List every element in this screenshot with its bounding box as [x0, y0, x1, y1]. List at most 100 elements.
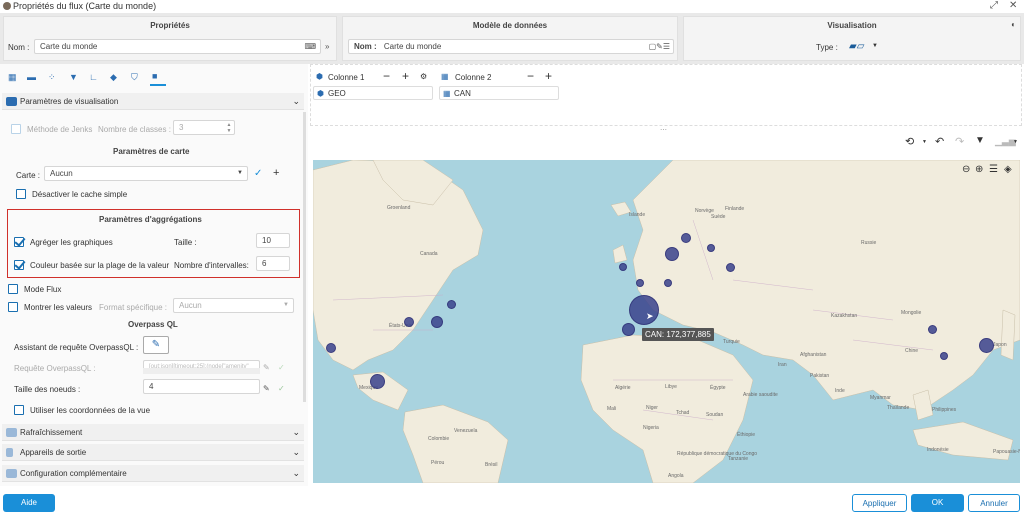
double-chevron-icon[interactable]: » — [325, 42, 329, 51]
requete-check-icon[interactable]: ✓ — [278, 363, 285, 372]
mode-flux-checkbox[interactable] — [8, 284, 18, 294]
checkmark-icon[interactable]: ✓ — [254, 168, 262, 179]
map-bubble[interactable] — [622, 323, 635, 336]
column1-remove-icon[interactable]: − — [383, 69, 390, 83]
map-bubble[interactable] — [636, 279, 644, 287]
jenks-checkbox[interactable] — [11, 124, 21, 134]
requete-edit-icon[interactable]: ✎ — [263, 363, 270, 372]
help-button[interactable]: Aide — [3, 494, 55, 512]
node-size-check-icon[interactable]: ✓ — [278, 384, 285, 393]
map-bubble[interactable] — [928, 325, 937, 334]
map-place-label: Myanmar — [870, 395, 891, 401]
classes-spinner[interactable]: ▲ ▼ — [225, 122, 233, 134]
resize-handle[interactable]: ⋯ — [660, 126, 667, 134]
column2-remove-icon[interactable]: − — [527, 69, 534, 83]
requete-scrollbar[interactable] — [143, 368, 260, 374]
map-place-label: Chine — [905, 348, 919, 354]
refresh-dropdown-icon[interactable]: ▼ — [922, 139, 927, 145]
node-size-edit-icon[interactable]: ✎ — [263, 384, 270, 393]
filter-icon[interactable]: ▼ — [69, 72, 78, 82]
section-extra[interactable]: Configuration complémentaire ⌄ — [2, 465, 304, 482]
cancel-button[interactable]: Annuler — [968, 494, 1020, 512]
map-place-label: Indonésie — [927, 447, 949, 453]
undo-icon[interactable]: ↶ — [935, 135, 944, 148]
column2-value: CAN — [454, 89, 471, 98]
left-scrollbar[interactable] — [303, 112, 306, 402]
map-bubble[interactable] — [681, 233, 691, 243]
shield-icon[interactable]: ⛉ — [131, 72, 138, 82]
map-place-label: Finlande — [725, 206, 745, 212]
chart-dropdown-icon[interactable]: ▼ — [1013, 139, 1018, 145]
section-refresh-title: Rafraîchissement — [20, 428, 83, 437]
zoom-in-icon[interactable]: ⊕ — [975, 164, 983, 175]
map-bubble[interactable] — [726, 263, 735, 272]
map-place-label: Algérie — [615, 385, 631, 391]
redo-icon[interactable]: ↷ — [955, 135, 964, 148]
refresh-cycle-icon[interactable]: ⟲ — [905, 135, 914, 148]
color-range-label: Couleur basée sur la plage de la valeur — [30, 261, 170, 270]
add-icon[interactable]: + — [273, 167, 279, 179]
column2-value-chip[interactable]: ▦ CAN — [439, 86, 559, 100]
column1-settings-icon[interactable]: ⚙ — [420, 72, 427, 81]
zoom-out-icon[interactable]: ⊖ — [962, 164, 970, 175]
map-place-label: Colombie — [428, 436, 450, 442]
map-bubble[interactable] — [619, 263, 627, 271]
world-map-icon[interactable]: ▰▱ — [849, 41, 864, 52]
chat-icon[interactable]: ▬ — [27, 72, 36, 82]
chevron-down-icon: ⌄ — [292, 96, 300, 106]
ok-button[interactable]: OK — [911, 494, 964, 512]
tag-icon[interactable]: ◆ — [110, 72, 117, 82]
section-output[interactable]: Appareils de sortie ⌄ — [2, 444, 304, 461]
map-bubble[interactable] — [940, 352, 948, 360]
list-icon[interactable]: ☰ — [989, 164, 998, 175]
map-place-label: Russie — [861, 240, 877, 246]
apply-button[interactable]: Appliquer — [852, 494, 907, 512]
expand-icon[interactable]: ⤢ — [990, 0, 998, 11]
toggle-icon[interactable]: ◐ — [1011, 20, 1016, 29]
grid-icon[interactable]: ▦ — [8, 72, 17, 82]
node-size-input[interactable]: 4 — [143, 379, 260, 394]
briefcase-icon[interactable]: ■ — [152, 71, 157, 81]
map-bubble[interactable] — [665, 247, 679, 261]
nodes-icon[interactable]: ⁘ — [48, 72, 56, 82]
type-dropdown-icon[interactable]: ▼ — [872, 43, 878, 49]
color-range-checkbox[interactable] — [14, 260, 24, 270]
intervals-input[interactable]: 6 — [256, 256, 290, 271]
aggregate-graphs-checkbox[interactable] — [14, 237, 24, 247]
carte-select[interactable]: Aucun ▼ — [44, 166, 248, 181]
map-bubble[interactable] — [707, 244, 715, 252]
format-select[interactable]: Aucun ▼ — [173, 298, 294, 313]
layers-icon[interactable]: ◈ — [1004, 164, 1012, 175]
section-refresh[interactable]: Rafraîchissement ⌄ — [2, 424, 304, 441]
section-visual-params[interactable]: Paramètres de visualisation ⌄ — [2, 93, 304, 110]
taille-input[interactable]: 10 — [256, 233, 290, 248]
map-place-label: Égypte — [710, 385, 726, 391]
close-icon[interactable]: ✕ — [1009, 0, 1017, 11]
world-map[interactable]: Groenland Norvège Suède Islande Finlande Russ… — [313, 160, 1020, 483]
assistant-label: Assistant de requête OverpassQL : — [14, 343, 139, 352]
data-model-name-input[interactable]: Nom : Carte du monde ▢✎☰ — [348, 39, 674, 54]
view-coords-checkbox[interactable] — [14, 405, 24, 415]
map-bubble[interactable] — [404, 317, 414, 327]
map-bubble-highlighted[interactable] — [629, 295, 659, 325]
properties-panel: Propriétés Nom : Carte du monde ⌨ » — [3, 16, 337, 61]
edit-icons[interactable]: ▢✎☰ — [649, 40, 670, 53]
assistant-edit-button[interactable]: ✎ — [143, 336, 169, 354]
map-bubble[interactable] — [431, 316, 443, 328]
map-bubble[interactable] — [447, 300, 456, 309]
map-bubble[interactable] — [664, 279, 672, 287]
column2-add-icon[interactable]: + — [545, 69, 552, 83]
filter-icon-map[interactable]: ▼ — [975, 135, 985, 146]
properties-name-input[interactable]: Carte du monde ⌨ — [34, 39, 321, 54]
disable-cache-checkbox[interactable] — [16, 189, 26, 199]
map-bubble[interactable] — [370, 374, 385, 389]
classes-input[interactable]: 3 ▲ ▼ — [173, 120, 235, 135]
column1-value-chip[interactable]: ⬢ GEO — [313, 86, 433, 100]
column1-add-icon[interactable]: + — [402, 69, 409, 83]
map-bubble[interactable] — [979, 338, 994, 353]
keyboard-icon[interactable]: ⌨ — [304, 40, 316, 53]
show-values-checkbox[interactable] — [8, 302, 18, 312]
app-icon — [3, 2, 11, 10]
map-bubble[interactable] — [326, 343, 336, 353]
ruler-icon[interactable]: ∟ — [89, 72, 98, 82]
